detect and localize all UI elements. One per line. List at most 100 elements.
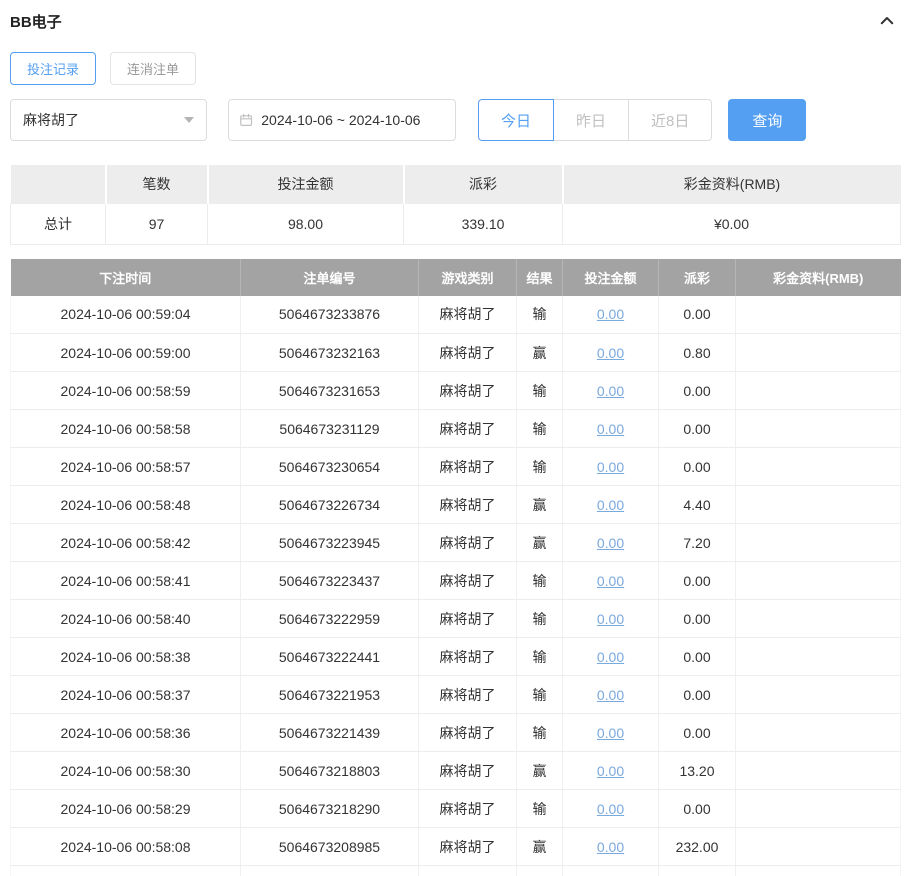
payout-cell: 0.00 bbox=[659, 676, 736, 714]
bet-amount-cell: 0.00 bbox=[563, 714, 659, 752]
result-cell: 输 bbox=[517, 448, 563, 486]
order-id-cell: 5064673222441 bbox=[241, 638, 419, 676]
bet-amount-cell: 0.00 bbox=[563, 790, 659, 828]
bet-time-cell: 2024-10-06 00:59:04 bbox=[11, 296, 241, 334]
table-row: 2024-10-06 00:58:305064673218803麻将胡了赢0.0… bbox=[11, 752, 901, 790]
payout-cell: 0.00 bbox=[659, 448, 736, 486]
payout-cell: 0.00 bbox=[659, 372, 736, 410]
summary-total-count: 97 bbox=[106, 203, 208, 244]
order-id-cell: 5064673233876 bbox=[241, 296, 419, 334]
bet-amount-cell: 0.00 bbox=[563, 486, 659, 524]
result-cell: 输 bbox=[517, 296, 563, 334]
date-range-input[interactable] bbox=[261, 112, 445, 128]
bet-amount-cell: 0.00 bbox=[563, 448, 659, 486]
bonus-cell bbox=[736, 790, 901, 828]
game-type-cell: 麻将胡了 bbox=[419, 372, 517, 410]
payout-cell: 0.00 bbox=[659, 600, 736, 638]
result-cell: 输 bbox=[517, 372, 563, 410]
result-cell: 输 bbox=[517, 638, 563, 676]
table-row: 2024-10-06 00:58:375064673221953麻将胡了输0.0… bbox=[11, 676, 901, 714]
bet-amount-link[interactable]: 0.00 bbox=[597, 306, 624, 322]
payout-cell: 0.80 bbox=[659, 334, 736, 372]
bonus-cell bbox=[736, 372, 901, 410]
bet-amount-link[interactable]: 0.00 bbox=[597, 345, 624, 361]
game-type-cell: 麻将胡了 bbox=[419, 410, 517, 448]
bonus-cell bbox=[736, 828, 901, 866]
order-id-cell: 5064673231129 bbox=[241, 410, 419, 448]
bet-amount-link[interactable]: 0.00 bbox=[597, 839, 624, 855]
bonus-cell bbox=[736, 866, 901, 876]
table-row: 2024-10-06 00:58:365064673221439麻将胡了输0.0… bbox=[11, 714, 901, 752]
bet-amount-cell: 0.00 bbox=[563, 676, 659, 714]
bonus-cell bbox=[736, 600, 901, 638]
bet-time-cell: 2024-10-06 00:58:42 bbox=[11, 524, 241, 562]
col-header-result: 结果 bbox=[517, 259, 563, 296]
order-id-cell: 5064673226734 bbox=[241, 486, 419, 524]
payout-cell: 0.00 bbox=[659, 714, 736, 752]
bet-time-cell: 2024-10-06 00:58:38 bbox=[11, 638, 241, 676]
bet-amount-link[interactable]: 0.00 bbox=[597, 725, 624, 741]
bonus-cell bbox=[736, 714, 901, 752]
order-id-cell: 5064673218290 bbox=[241, 790, 419, 828]
bonus-cell bbox=[736, 638, 901, 676]
payout-cell: 0.00 bbox=[659, 562, 736, 600]
bet-time-cell: 2024-10-06 00:58:08 bbox=[11, 828, 241, 866]
bet-amount-link[interactable]: 0.00 bbox=[597, 383, 624, 399]
bet-amount-link[interactable]: 0.00 bbox=[597, 611, 624, 627]
quick-range-yesterday[interactable]: 昨日 bbox=[553, 99, 629, 141]
bet-amount-link[interactable]: 0.00 bbox=[597, 497, 624, 513]
col-header-order-id: 注单编号 bbox=[241, 259, 419, 296]
game-type-cell: 麻将胡了 bbox=[419, 524, 517, 562]
order-id-cell: 5064673221953 bbox=[241, 676, 419, 714]
search-button[interactable]: 查询 bbox=[728, 99, 806, 141]
table-row: 2024-10-06 00:58:425064673223945麻将胡了赢0.0… bbox=[11, 524, 901, 562]
bet-amount-cell: 0.00 bbox=[563, 372, 659, 410]
bet-amount-link[interactable]: 0.00 bbox=[597, 573, 624, 589]
bet-amount-link[interactable]: 0.00 bbox=[597, 763, 624, 779]
result-cell: 输 bbox=[517, 676, 563, 714]
bet-amount-cell: 0.00 bbox=[563, 334, 659, 372]
record-tabs: 投注记录 连消注单 bbox=[10, 52, 900, 85]
summary-table: 笔数 投注金额 派彩 彩金资料(RMB) 总计 97 98.00 339.10 … bbox=[10, 163, 901, 245]
game-type-cell: 麻将胡了 bbox=[419, 600, 517, 638]
bet-time-cell: 2024-10-06 00:58:40 bbox=[11, 600, 241, 638]
table-row: 2024-10-06 00:58:575064673230654麻将胡了输0.0… bbox=[11, 448, 901, 486]
table-row: 2024-10-06 00:58:485064673226734麻将胡了赢0.0… bbox=[11, 486, 901, 524]
bonus-cell bbox=[736, 296, 901, 334]
summary-total-payout: 339.10 bbox=[404, 203, 563, 244]
table-row: 2024-10-06 00:58:295064673218290麻将胡了输0.0… bbox=[11, 790, 901, 828]
page-title: BB电子 bbox=[10, 11, 62, 32]
payout-cell: 0.00 bbox=[659, 790, 736, 828]
tab-cancelled-orders[interactable]: 连消注单 bbox=[110, 52, 196, 85]
order-id-cell: 5064673231653 bbox=[241, 372, 419, 410]
quick-range-last8days[interactable]: 近8日 bbox=[628, 99, 712, 141]
bet-amount-cell: 0.00 bbox=[563, 524, 659, 562]
bet-amount-link[interactable]: 0.00 bbox=[597, 801, 624, 817]
game-select[interactable]: 麻将胡了 bbox=[10, 99, 207, 141]
bet-amount-link[interactable]: 0.00 bbox=[597, 421, 624, 437]
date-range-picker[interactable] bbox=[228, 99, 456, 141]
payout-cell: 13.20 bbox=[659, 752, 736, 790]
bet-time-cell: 2024-10-06 00:58:30 bbox=[11, 752, 241, 790]
summary-total-label: 总计 bbox=[11, 203, 106, 244]
quick-range-group: 今日 昨日 近8日 bbox=[478, 99, 712, 141]
summary-header-payout: 派彩 bbox=[404, 164, 563, 203]
bet-amount-link[interactable]: 0.00 bbox=[597, 535, 624, 551]
bet-amount-link[interactable]: 0.00 bbox=[597, 687, 624, 703]
payout-cell: 232.00 bbox=[659, 828, 736, 866]
result-cell: 输 bbox=[517, 410, 563, 448]
collapse-panel-button[interactable] bbox=[876, 10, 898, 32]
bet-amount-cell: 0.00 bbox=[563, 638, 659, 676]
order-id-cell: 5064673208985 bbox=[241, 828, 419, 866]
bet-table-body: 2024-10-06 00:59:045064673233876麻将胡了输0.0… bbox=[11, 296, 901, 876]
quick-range-today[interactable]: 今日 bbox=[478, 99, 554, 141]
bet-amount-link[interactable]: 0.00 bbox=[597, 459, 624, 475]
bet-amount-cell: 0.00 bbox=[563, 410, 659, 448]
tab-bet-records[interactable]: 投注记录 bbox=[10, 52, 96, 85]
game-type-cell: 麻将胡了 bbox=[419, 828, 517, 866]
table-row: 2024-10-06 00:58:405064673222959麻将胡了输0.0… bbox=[11, 600, 901, 638]
game-select-value: 麻将胡了 bbox=[23, 110, 79, 130]
bonus-cell bbox=[736, 410, 901, 448]
result-cell: 赢 bbox=[517, 752, 563, 790]
bet-amount-link[interactable]: 0.00 bbox=[597, 649, 624, 665]
